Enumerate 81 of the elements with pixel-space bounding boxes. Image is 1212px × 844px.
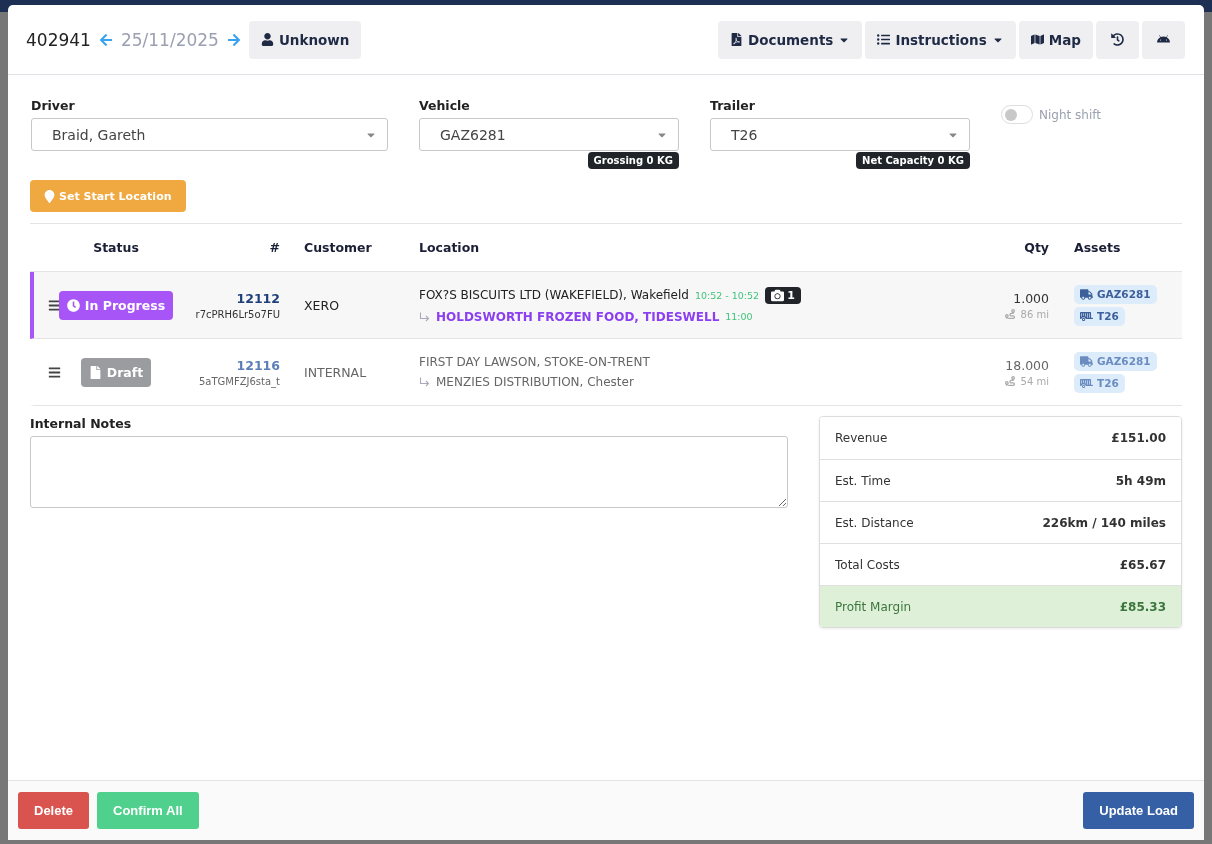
load-number: 402941 [26,29,91,50]
pickup-location: FIRST DAY LAWSON, STOKE-ON-TRENT [419,355,650,369]
column-header: Qty [1023,240,1049,255]
driver-button[interactable]: Unknown [248,20,362,59]
drag-handle-icon[interactable] [47,298,61,312]
field-label: Vehicle [419,98,471,113]
load-date: 25/11/2025 [120,29,219,50]
trailer-icon [1080,309,1093,323]
notes-label: Internal Notes [30,416,133,431]
route-icon [1004,309,1015,319]
map-icon [1030,33,1044,46]
asset-tag[interactable]: T26 [1074,306,1125,326]
instructions-button[interactable]: Instructions [865,20,1016,59]
history-button[interactable] [1096,20,1139,59]
quantity: 1.000 [1013,290,1049,306]
column-header: Location [419,240,481,255]
field-label: Trailer [710,98,756,113]
job-number[interactable]: 12112 [236,290,280,306]
danger-button[interactable]: Delete [18,792,90,829]
job-reference: r7cPRH6Lr5o7FU [195,308,280,320]
field-label: Driver [31,98,76,113]
time-window: 10:52 - 10:52 [694,289,760,301]
android-button[interactable] [1142,20,1185,59]
select-field[interactable]: GAZ6281 [419,118,679,151]
column-header: Assets [1073,240,1122,255]
return-arrow-icon [419,377,430,387]
delivery-time: 11:00 [725,311,753,322]
distance: 54 mi [1020,375,1049,387]
summary-label: Est. Time [835,473,891,488]
next-arrow-icon[interactable] [226,32,241,47]
map-pin-icon [43,189,56,203]
history-icon [1111,33,1124,46]
column-header: Status [92,240,140,255]
file-icon [88,365,102,379]
night-shift-toggle[interactable] [1001,105,1033,124]
summary-label: Est. Distance [835,515,914,530]
summary-label: Total Costs [835,557,900,572]
summary-value: £85.33 [1119,599,1166,614]
column-header: Customer [303,240,373,255]
job-row[interactable]: In Progress 12112 r7cPRH6Lr5o7FU XERO FOX?S BISCUITS LTD (WAKEFIELD), Wakefield 10:52 - 10:52 1 HOLDSWORTH FROZEN FOOD, TIDESWELL 11:00 1.000 86 mi GAZ6281 T26 [30,272,1182,339]
previous-arrow-icon[interactable] [98,32,113,47]
status-badge: In Progress [58,290,174,320]
map-button[interactable]: Map [1018,20,1093,59]
customer-name: XERO [304,297,339,313]
return-arrow-icon [419,311,430,322]
camera-icon [771,288,785,302]
primary-button[interactable]: Update Load [1083,792,1194,829]
delivery-location: HOLDSWORTH FROZEN FOOD, TIDESWELL [436,309,720,324]
drag-handle-icon[interactable] [47,365,61,379]
summary-value: £65.67 [1119,557,1166,572]
truck-icon [1080,287,1093,301]
summary-value: 5h 49m [1115,473,1166,488]
capacity-tag: Grossing 0 KG [587,152,679,169]
clock-icon [66,298,80,312]
select-field[interactable]: Braid, Gareth [31,118,388,151]
summary-label: Revenue [835,431,888,445]
quantity: 18.000 [1005,357,1049,373]
trailer-icon [1080,376,1093,390]
pdf-file-icon [729,33,743,46]
asset-tag[interactable]: GAZ6281 [1074,284,1157,304]
summary-label: Profit Margin [835,599,912,614]
photo-count-badge[interactable]: 1 [765,286,801,304]
documents-button[interactable]: Documents [717,20,863,59]
job-number[interactable]: 12116 [236,357,280,373]
distance: 86 mi [1020,308,1049,320]
status-badge: Draft [80,357,152,387]
select-field[interactable]: T26 [710,118,970,151]
summary-value: 226km / 140 miles [1042,515,1166,530]
pickup-location: FOX?S BISCUITS LTD (WAKEFIELD), Wakefield [419,288,689,302]
summary-value: £151.00 [1111,431,1166,445]
capacity-tag: Net Capacity 0 KG [856,152,970,169]
user-icon [260,33,274,46]
route-icon [1004,376,1015,386]
truck-icon [1080,354,1093,368]
notes-field[interactable] [30,436,788,508]
delivery-location: MENZIES DISTRIBUTION, Chester [436,375,634,389]
list-icon [877,33,891,46]
customer-name: INTERNAL [304,364,367,380]
column-header: # [268,240,280,255]
job-reference: 5aTGMFZJ6sta_t [198,375,280,387]
toggle-label: Night shift [1039,107,1101,122]
